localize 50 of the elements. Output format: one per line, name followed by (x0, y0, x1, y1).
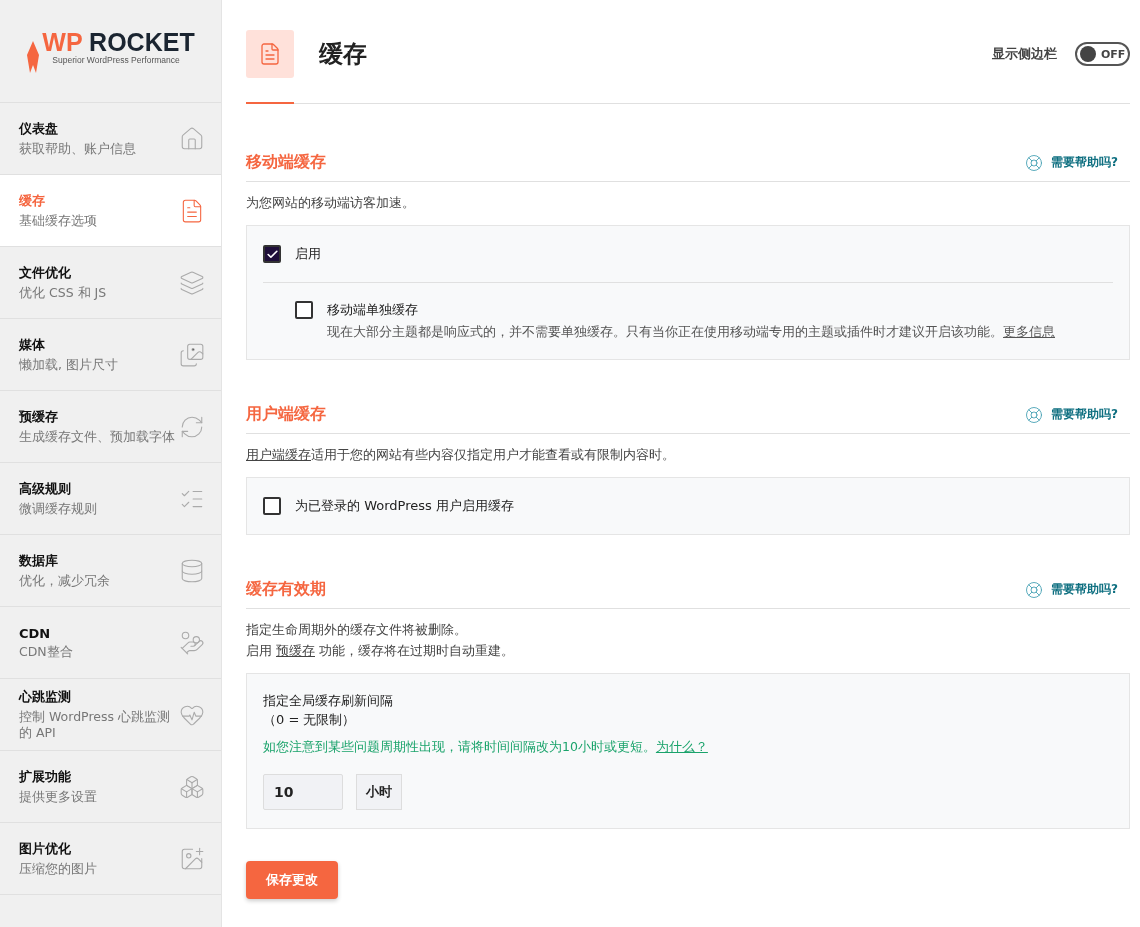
lifebuoy-icon (1025, 153, 1044, 172)
logo: WP ROCKET Superior WordPress Performance (26, 29, 195, 73)
sidebar-item[interactable]: 媒体 懒加载, 图片尺寸 (0, 319, 221, 391)
layers-icon (179, 269, 205, 296)
sidebar-item[interactable]: 图片优化 压缩您的图片 (0, 823, 221, 895)
option-label: 启用 (295, 245, 321, 263)
sidebar-toggle[interactable]: OFF (1075, 42, 1130, 66)
boxes-icon (179, 773, 205, 800)
checkbox[interactable] (263, 497, 281, 515)
image-icon (179, 845, 205, 872)
help-link[interactable]: 需要帮助吗? (1025, 405, 1118, 424)
help-link[interactable]: 需要帮助吗? (1025, 580, 1118, 599)
toggle-label: 显示侧边栏 (992, 45, 1057, 63)
house-icon (179, 125, 205, 152)
section-description: 为您网站的移动端访客加速。 (246, 194, 416, 212)
lifebuoy-icon (1025, 405, 1044, 424)
sidebar-item[interactable]: 高级规则 微调缓存规则 (0, 463, 221, 535)
sidebar-item[interactable]: 心跳监测 控制 WordPress 心跳监测的 API (0, 679, 221, 751)
help-link[interactable]: 需要帮助吗? (1025, 153, 1118, 172)
option-label: 指定全局缓存刷新间隔 (263, 692, 394, 710)
images-icon (179, 341, 205, 368)
interval-field[interactable]: 10 (263, 774, 343, 810)
option-label: 为已登录的 WordPress 用户启用缓存 (295, 497, 514, 515)
lifebuoy-icon (1025, 580, 1044, 599)
link[interactable]: 更多信息 (1003, 324, 1055, 339)
checkmark-icon (265, 247, 279, 261)
sidebar-item[interactable]: 预缓存 生成缓存文件、预加载字体 (0, 391, 221, 463)
warning-text: 如您注意到某些问题周期性出现，请将时间间隔改为10小时或更短。为什么？ (263, 738, 709, 756)
link[interactable]: 用户端缓存 (246, 447, 311, 462)
database-icon (179, 557, 205, 584)
page-title: 缓存 (319, 39, 368, 70)
document-icon (258, 42, 282, 66)
sidebar-item[interactable]: 数据库 优化，减少冗余 (0, 535, 221, 607)
option-hint: （0 = 无限制） (263, 711, 357, 729)
unit-label: 小时 (356, 774, 402, 810)
sidebar-item[interactable]: 缓存 基础缓存选项 (0, 175, 221, 247)
option-note: 现在大部分主题都是响应式的，并不需要单独缓存。只有当你正在使用移动端专用的主题或插件时才建议开启该功能。更多信息 (327, 323, 1055, 341)
sidebar-item[interactable]: 扩展功能 提供更多设置 (0, 751, 221, 823)
section-title: 用户端缓存 (246, 404, 326, 425)
link[interactable]: 预缓存 (276, 643, 315, 658)
section-description: 启用 预缓存 功能，缓存将在过期时自动重建。 (246, 642, 515, 660)
section-title: 移动端缓存 (246, 152, 326, 173)
sidebar-item[interactable]: CDN CDN整合 (0, 607, 221, 679)
option-label: 移动端单独缓存 (327, 301, 419, 319)
checkbox[interactable] (263, 245, 281, 263)
section-description: 指定生命周期外的缓存文件将被删除。 (246, 621, 468, 639)
section-title: 缓存有效期 (246, 579, 326, 600)
sidebar-item[interactable]: 文件优化 优化 CSS 和 JS (0, 247, 221, 319)
checkbox[interactable] (295, 301, 313, 319)
section-description: 用户端缓存适用于您的网站有些内容仅指定用户才能查看或有限制内容时。 (246, 446, 676, 464)
